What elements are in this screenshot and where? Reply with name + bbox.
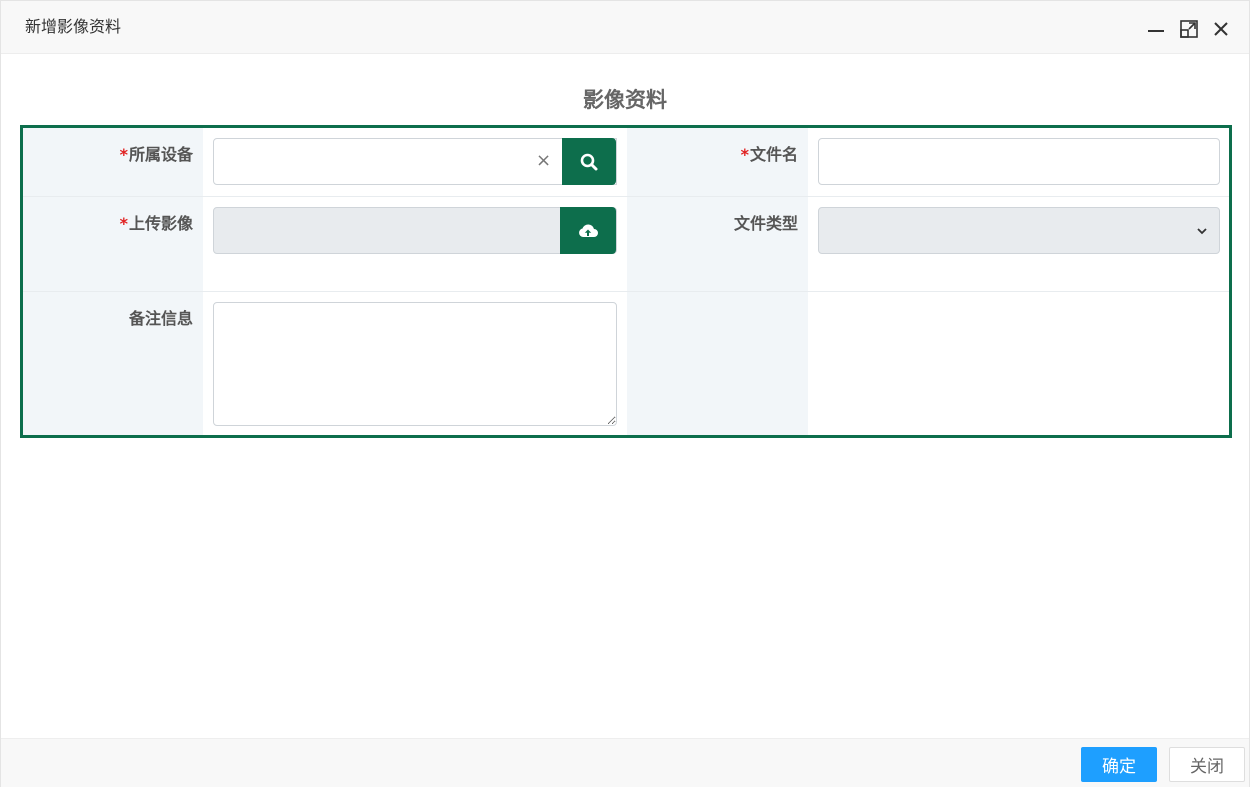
chevron-down-icon: [1197, 228, 1207, 235]
remark-textarea[interactable]: [213, 302, 617, 426]
field-remark-cell: [203, 292, 627, 435]
upload-path-input[interactable]: [213, 207, 617, 254]
form-table: *所属设备 × *文件名 *上传影像 文件类型 备注信息: [20, 125, 1232, 438]
minimize-icon: [1148, 30, 1164, 32]
label-upload-text: 上传影像: [128, 214, 193, 233]
clear-device-icon[interactable]: ×: [536, 152, 551, 170]
empty-label-cell: [627, 292, 808, 435]
label-file-name-text: 文件名: [749, 145, 798, 164]
window-title: 新增影像资料: [25, 17, 122, 36]
label-device: *所属设备: [23, 128, 203, 196]
cloud-upload-icon: [579, 223, 598, 237]
close-window-button[interactable]: [1210, 18, 1232, 40]
confirm-button[interactable]: 确定: [1081, 747, 1157, 782]
title-bar: 新增影像资料: [1, 1, 1249, 54]
dialog-window: 新增影像资料 影像资料 *所属设备 × *文件名 *上传影像 文件类型 备注信息…: [0, 0, 1250, 787]
maximize-icon: [1180, 20, 1198, 38]
label-remark: 备注信息: [23, 292, 203, 435]
close-button[interactable]: 关闭: [1169, 747, 1245, 782]
minimize-button[interactable]: [1145, 18, 1167, 40]
file-name-input[interactable]: [818, 138, 1220, 185]
form-heading: 影像资料: [583, 88, 667, 112]
label-file-type: 文件类型: [627, 197, 808, 291]
field-file-type-cell: [808, 197, 1229, 291]
device-input[interactable]: [213, 138, 617, 185]
label-file-type-text: 文件类型: [733, 214, 798, 233]
field-file-name-cell: [808, 128, 1229, 196]
maximize-button[interactable]: [1178, 18, 1200, 40]
search-icon: [580, 153, 598, 170]
label-file-name: *文件名: [627, 128, 808, 196]
label-upload: *上传影像: [23, 197, 203, 291]
required-mark: *: [119, 145, 128, 164]
field-upload-cell: [203, 197, 627, 291]
search-device-button[interactable]: [562, 138, 616, 185]
label-device-text: 所属设备: [128, 145, 193, 164]
empty-field-cell: [808, 292, 1229, 435]
label-remark-text: 备注信息: [128, 309, 193, 328]
dialog-content: 影像资料 *所属设备 × *文件名 *上传影像 文件类型 备注信息: [1, 54, 1249, 738]
file-type-select[interactable]: [818, 207, 1220, 254]
close-icon: [1214, 22, 1228, 36]
upload-image-button[interactable]: [560, 207, 616, 254]
required-mark: *: [119, 214, 128, 233]
dialog-footer: 确定 关闭: [1, 738, 1249, 787]
required-mark: *: [740, 145, 749, 164]
field-device-cell: ×: [203, 128, 627, 196]
